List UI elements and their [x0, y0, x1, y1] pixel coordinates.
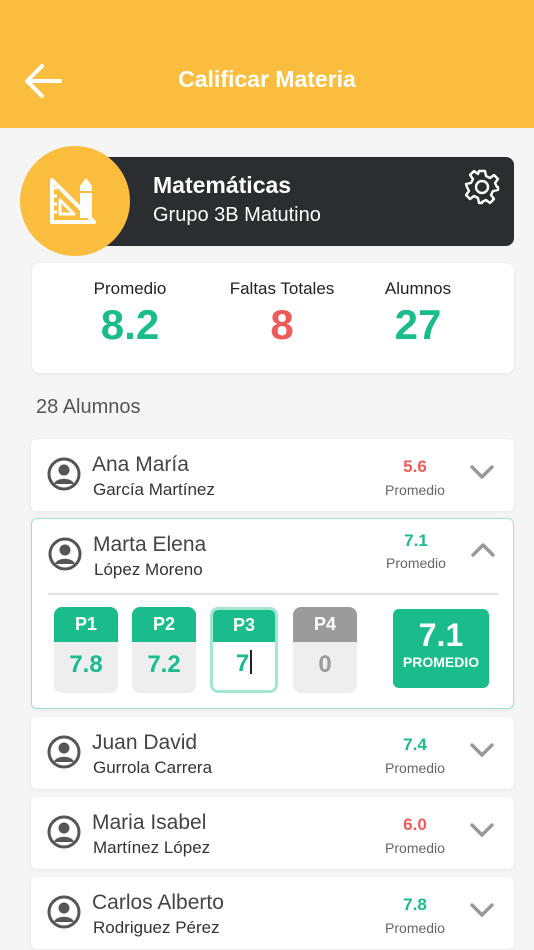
student-row[interactable]: Juan David Gurrola Carrera 7.4 Promedio	[31, 717, 514, 789]
student-row-expanded[interactable]: Marta Elena López Moreno 7.1 Promedio P1…	[31, 518, 514, 709]
student-first-name: Carlos Alberto	[92, 891, 224, 914]
student-average-label: Promedio	[385, 482, 445, 498]
subject-card	[90, 157, 514, 246]
gear-icon[interactable]	[463, 168, 501, 206]
period-p4[interactable]: P4 0	[293, 607, 357, 693]
period-p3-input[interactable]: P3 7	[210, 607, 278, 693]
student-last-name: García Martínez	[93, 480, 215, 499]
student-first-name: Juan David	[92, 731, 198, 754]
student-last-name: López Moreno	[94, 560, 203, 579]
student-row[interactable]: Maria Isabel Martínez López 6.0 Promedio	[31, 797, 514, 869]
stat-faltas-totales: Faltas Totales 8	[229, 279, 335, 348]
student-average: 6.0	[403, 815, 427, 834]
chevron-down-icon[interactable]	[469, 820, 495, 840]
promedio-box: 7.1 PROMEDIO	[393, 609, 489, 688]
user-avatar-icon	[47, 457, 81, 491]
student-average: 5.6	[403, 457, 427, 476]
student-last-name: Rodriguez Pérez	[93, 918, 220, 937]
user-avatar-icon	[48, 537, 82, 571]
period-p1[interactable]: P1 7.8	[54, 607, 118, 693]
text-caret	[250, 650, 253, 674]
student-average: 7.8	[403, 895, 427, 914]
student-row[interactable]: Carlos Alberto Rodriguez Pérez 7.8 Prome…	[31, 877, 514, 949]
stat-promedio: Promedio 8.2	[93, 279, 167, 348]
chevron-down-icon[interactable]	[469, 462, 495, 482]
stats-card: Promedio 8.2 Faltas Totales 8 Alumnos 27	[32, 263, 514, 373]
page-title: Calificar Materia	[178, 66, 356, 92]
chevron-up-icon[interactable]	[470, 540, 496, 560]
chevron-down-icon[interactable]	[469, 740, 495, 760]
subject-group: Grupo 3B Matutino	[153, 204, 321, 226]
student-average-label: Promedio	[385, 840, 445, 856]
stat-alumnos: Alumnos 27	[384, 279, 452, 348]
user-avatar-icon	[47, 895, 81, 929]
user-avatar-icon	[47, 815, 81, 849]
user-avatar-icon	[47, 735, 81, 769]
subject-badge	[20, 146, 130, 256]
subject-name: Matemáticas	[153, 172, 292, 198]
period-p2[interactable]: P2 7.2	[132, 607, 196, 693]
student-last-name: Martínez López	[93, 838, 211, 857]
student-average-label: Promedio	[385, 920, 445, 936]
student-first-name: Ana María	[92, 453, 189, 476]
student-average: 7.4	[403, 735, 427, 754]
student-first-name: Maria Isabel	[92, 811, 207, 834]
students-count-label: 28 Alumnos	[36, 396, 141, 418]
app-header: Calificar Materia	[0, 0, 534, 128]
student-average-label: Promedio	[385, 760, 445, 776]
chevron-down-icon[interactable]	[469, 900, 495, 920]
ruler-pencil-icon	[50, 178, 96, 224]
student-first-name: Marta Elena	[93, 533, 207, 556]
divider	[48, 593, 498, 595]
student-last-name: Gurrola Carrera	[93, 758, 213, 777]
student-average: 7.1	[404, 531, 428, 550]
student-average-label: Promedio	[386, 555, 446, 571]
student-row[interactable]: Ana María García Martínez 5.6 Promedio	[31, 439, 514, 511]
